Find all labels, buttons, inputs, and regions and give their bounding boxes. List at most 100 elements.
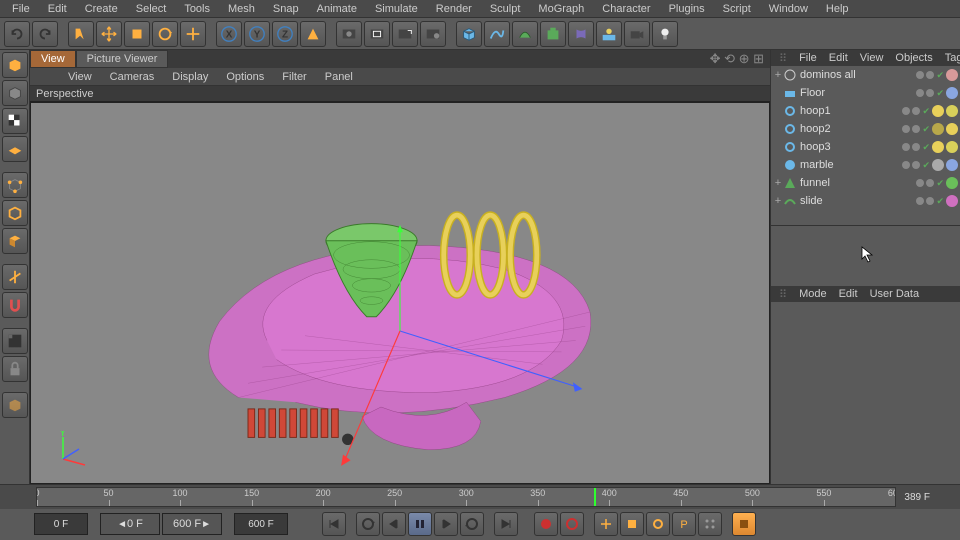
key-pos-button[interactable] [594, 512, 618, 536]
material-tag[interactable] [946, 159, 958, 171]
end-frame-field[interactable]: 600 F [234, 513, 288, 535]
expand-toggle[interactable] [773, 141, 783, 153]
menu-edit[interactable]: Edit [40, 1, 75, 17]
tab-picture-viewer[interactable]: Picture Viewer [76, 50, 169, 68]
menu-plugins[interactable]: Plugins [661, 1, 713, 17]
objmenu-file[interactable]: File [793, 51, 823, 65]
expand-toggle[interactable]: + [773, 69, 783, 81]
move-tool-button[interactable] [96, 21, 122, 47]
axis-z-button[interactable]: Z [272, 21, 298, 47]
step-back-button[interactable] [382, 512, 406, 536]
key-options-button[interactable] [698, 512, 722, 536]
key-rot-button[interactable] [646, 512, 670, 536]
object-manager[interactable]: + dominos all ✔ Floor ✔ hoop1 ✔ hoop2 ✔ … [771, 66, 960, 226]
visibility-dots[interactable]: ✔ [916, 88, 944, 99]
material-tag[interactable] [932, 123, 944, 135]
material-tag[interactable] [946, 87, 958, 99]
edges-mode-button[interactable] [2, 200, 28, 226]
viewport-nav-icons[interactable]: ✥ ⟲ ⊕ ⊞ [704, 51, 770, 67]
visibility-dots[interactable]: ✔ [916, 196, 944, 207]
workplane-button[interactable] [2, 136, 28, 162]
vmenu-display[interactable]: Display [164, 69, 216, 85]
menu-create[interactable]: Create [77, 1, 126, 17]
texture-mode-button[interactable] [2, 108, 28, 134]
viewport-canvas[interactable]: Y [30, 102, 770, 484]
make-editable-button[interactable] [2, 52, 28, 78]
menu-help[interactable]: Help [818, 1, 857, 17]
camera-button[interactable] [624, 21, 650, 47]
attrmenu-user-data[interactable]: User Data [864, 287, 926, 301]
vmenu-panel[interactable]: Panel [317, 69, 361, 85]
visibility-dots[interactable]: ✔ [902, 106, 930, 117]
render-view-button[interactable] [336, 21, 362, 47]
viewport-solo-button[interactable] [2, 392, 28, 418]
render-picture-button[interactable] [392, 21, 418, 47]
material-tag[interactable] [946, 105, 958, 117]
menu-script[interactable]: Script [715, 1, 759, 17]
goto-start-button[interactable] [322, 512, 346, 536]
material-tag[interactable] [946, 69, 958, 81]
menu-mograph[interactable]: MoGraph [530, 1, 592, 17]
menu-animate[interactable]: Animate [309, 1, 365, 17]
objmenu-objects[interactable]: Objects [889, 51, 938, 65]
menu-select[interactable]: Select [128, 1, 175, 17]
coord-system-button[interactable] [300, 21, 326, 47]
snap-button[interactable] [2, 292, 28, 318]
points-mode-button[interactable] [2, 172, 28, 198]
live-select-button[interactable] [68, 21, 94, 47]
nurbs-button[interactable] [512, 21, 538, 47]
render-settings-button[interactable] [420, 21, 446, 47]
generator-button[interactable] [540, 21, 566, 47]
expand-toggle[interactable]: + [773, 195, 783, 207]
object-row-marble[interactable]: marble ✔ [771, 156, 960, 174]
menu-window[interactable]: Window [761, 1, 816, 17]
goto-end-button[interactable] [494, 512, 518, 536]
material-tag[interactable] [932, 105, 944, 117]
visibility-dots[interactable]: ✔ [902, 142, 930, 153]
axis-mode-button[interactable] [2, 264, 28, 290]
menu-sculpt[interactable]: Sculpt [482, 1, 529, 17]
polygons-mode-button[interactable] [2, 228, 28, 254]
attrmenu-edit[interactable]: Edit [833, 287, 864, 301]
axis-x-button[interactable]: X [216, 21, 242, 47]
visibility-dots[interactable]: ✔ [916, 70, 944, 81]
expand-toggle[interactable] [773, 123, 783, 135]
preview-end-field[interactable]: 600 F ► [162, 513, 222, 535]
menu-mesh[interactable]: Mesh [220, 1, 263, 17]
vmenu-options[interactable]: Options [218, 69, 272, 85]
menu-simulate[interactable]: Simulate [367, 1, 426, 17]
model-mode-button[interactable] [2, 80, 28, 106]
start-frame-field[interactable]: 0 F [34, 513, 88, 535]
rotate-tool-button[interactable] [152, 21, 178, 47]
object-row-hoop2[interactable]: hoop2 ✔ [771, 120, 960, 138]
material-tag[interactable] [946, 195, 958, 207]
material-tag[interactable] [932, 159, 944, 171]
key-scale-button[interactable] [620, 512, 644, 536]
playhead[interactable] [594, 488, 596, 506]
object-row-slide[interactable]: + slide ✔ [771, 192, 960, 210]
loop-fwd-button[interactable] [460, 512, 484, 536]
objmenu-tags[interactable]: Tags [939, 51, 960, 65]
lock-button[interactable] [2, 356, 28, 382]
redo-button[interactable] [32, 21, 58, 47]
menu-character[interactable]: Character [594, 1, 658, 17]
vmenu-cameras[interactable]: Cameras [102, 69, 163, 85]
material-tag[interactable] [946, 177, 958, 189]
visibility-dots[interactable]: ✔ [916, 178, 944, 189]
vmenu-view[interactable]: View [60, 69, 100, 85]
light-button[interactable] [652, 21, 678, 47]
expand-toggle[interactable] [773, 87, 783, 99]
preview-start-field[interactable]: ◄ 0 F [100, 513, 160, 535]
objmenu-view[interactable]: View [854, 51, 890, 65]
objmenu-edit[interactable]: Edit [823, 51, 854, 65]
vmenu-filter[interactable]: Filter [274, 69, 314, 85]
material-tag[interactable] [946, 123, 958, 135]
menu-file[interactable]: File [4, 1, 38, 17]
menu-tools[interactable]: Tools [176, 1, 218, 17]
soft-select-button[interactable] [2, 328, 28, 354]
timeline-ruler[interactable]: 050100150200250300350400450500550600 [36, 487, 896, 507]
loop-button[interactable] [356, 512, 380, 536]
scale-tool-button[interactable] [124, 21, 150, 47]
object-row-dominos-all[interactable]: + dominos all ✔ [771, 66, 960, 84]
expand-toggle[interactable]: + [773, 177, 783, 189]
